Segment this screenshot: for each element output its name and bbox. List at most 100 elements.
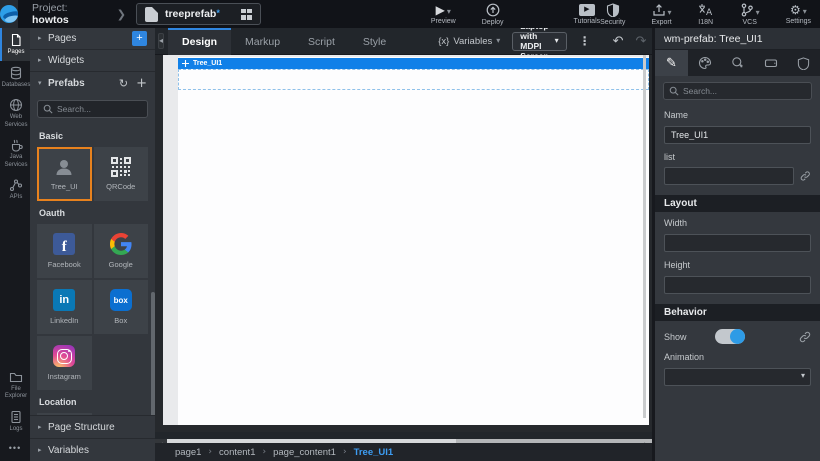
tab-security[interactable]: [787, 50, 820, 76]
refresh-icon[interactable]: ↻: [119, 78, 128, 89]
breadcrumb-content1[interactable]: content1: [219, 447, 255, 458]
folder-icon: [9, 370, 23, 384]
rail-item-web-services[interactable]: Web Services: [0, 93, 30, 133]
add-prefab-button[interactable]: +: [136, 77, 147, 90]
i18n-button[interactable]: A I18N: [698, 3, 714, 26]
search-icon: [43, 104, 53, 114]
list-input[interactable]: [664, 167, 794, 185]
box-icon: box: [110, 289, 132, 311]
chevron-down-icon: ▾: [38, 80, 48, 87]
tab-script[interactable]: Script: [294, 28, 349, 55]
prefab-tile-facebook[interactable]: f Facebook: [37, 224, 92, 278]
show-toggle[interactable]: [715, 329, 745, 344]
undo-button[interactable]: ↶: [613, 35, 624, 48]
accordion-prefabs[interactable]: ▾ Prefabs ↻ +: [30, 72, 155, 94]
accordion-widgets[interactable]: ▸ Widgets: [30, 50, 155, 72]
layout-section-header: Layout: [655, 195, 820, 212]
canvas-vertical-scrollbar[interactable]: [643, 55, 646, 418]
prefab-tile-google[interactable]: Google: [94, 224, 149, 278]
page-selector[interactable]: treeprefab*: [136, 3, 261, 25]
selected-widget-bar[interactable]: Tree_UI1: [178, 58, 649, 69]
breadcrumb-tree-ui1[interactable]: Tree_UI1: [354, 447, 394, 458]
rail-more-button[interactable]: •••: [0, 437, 30, 461]
tab-properties[interactable]: ✎: [655, 50, 688, 76]
tutorials-button[interactable]: ▶ Tutorials: [574, 4, 601, 25]
tab-events[interactable]: [721, 50, 754, 76]
bind-link-icon[interactable]: [800, 170, 811, 182]
add-page-button[interactable]: +: [132, 31, 147, 46]
accordion-page-structure[interactable]: ▸ Page Structure: [30, 415, 155, 438]
log-file-icon: [9, 410, 23, 424]
chevron-right-icon: ▸: [38, 447, 48, 454]
rail-item-pages[interactable]: Pages: [0, 28, 30, 61]
deploy-button[interactable]: Deploy: [482, 3, 504, 26]
accordion-variables[interactable]: ▸ Variables: [30, 438, 155, 461]
prefab-tile-location-partial[interactable]: [37, 413, 92, 415]
breadcrumb-page1[interactable]: page1: [175, 447, 201, 458]
variables-dropdown[interactable]: {x} Variables ▾: [438, 36, 500, 47]
design-canvas[interactable]: Tree_UI1: [155, 55, 652, 432]
shield-icon: [606, 3, 620, 17]
export-icon: [652, 3, 666, 17]
tab-markup[interactable]: Markup: [231, 28, 294, 55]
gear-icon: ⚙: [790, 4, 801, 16]
shield-outline-icon: [797, 57, 810, 70]
left-panel: ▸ Pages + ▸ Widgets ▾ Prefabs ↻ + Basic …: [30, 28, 155, 461]
modified-indicator: *: [216, 8, 220, 18]
redo-button[interactable]: ↷: [636, 35, 647, 48]
chevron-down-icon: ▾: [668, 9, 672, 17]
breadcrumb-separator: ›: [262, 448, 266, 457]
rail-item-logs[interactable]: Logs: [0, 405, 30, 438]
rail-item-apis[interactable]: APIs: [0, 173, 30, 206]
name-input[interactable]: [664, 126, 811, 144]
widget-selection-outline[interactable]: [178, 69, 649, 90]
move-icon: [182, 60, 189, 67]
wavemaker-logo[interactable]: [0, 0, 18, 28]
accordion-pages[interactable]: ▸ Pages +: [30, 28, 155, 50]
more-options-button[interactable]: ⋮: [579, 35, 591, 47]
avatar-silhouette-icon: [54, 157, 74, 177]
prefab-search-input[interactable]: [57, 104, 142, 114]
page-grid-icon[interactable]: [241, 9, 252, 20]
export-button[interactable]: ▾ Export: [651, 3, 671, 26]
chevron-down-icon: ▾: [803, 8, 807, 16]
tab-device[interactable]: [754, 50, 787, 76]
preview-button[interactable]: ▶▾ Preview: [431, 4, 456, 25]
panel-scrollbar[interactable]: [151, 292, 155, 415]
bind-link-icon[interactable]: [799, 331, 811, 343]
database-icon: [9, 66, 23, 80]
rail-item-databases[interactable]: Databases: [0, 61, 30, 94]
globe-icon: [9, 98, 23, 112]
rail-item-file-explorer[interactable]: File Explorer: [0, 365, 30, 405]
prefab-tile-tree-ui[interactable]: Tree_UI: [37, 147, 92, 201]
tab-styles[interactable]: [688, 50, 721, 76]
breadcrumb-separator: ›: [343, 448, 347, 457]
canvas-page-margin: Tree_UI1: [163, 55, 649, 425]
properties-search-input[interactable]: [683, 86, 806, 96]
rail-item-java-services[interactable]: Java Services: [0, 133, 30, 173]
chevron-right-icon: ▸: [38, 57, 48, 64]
canvas-page[interactable]: [178, 57, 649, 425]
prefab-tile-qrcode[interactable]: QRCode: [94, 147, 149, 201]
prefab-tile-instagram[interactable]: Instagram: [37, 336, 92, 390]
prefab-tile-box[interactable]: box Box: [94, 280, 149, 334]
chevron-down-icon: ▾: [756, 9, 760, 17]
height-input[interactable]: [664, 276, 811, 294]
left-rail: Pages Databases Web Services Java Servic…: [0, 28, 30, 461]
vcs-button[interactable]: ▾ VCS: [740, 3, 760, 26]
prefab-tile-linkedin[interactable]: in LinkedIn: [37, 280, 92, 334]
settings-button[interactable]: ⚙▾ Settings: [786, 4, 811, 25]
properties-body: Name list Layout Width Height Behavior S…: [655, 104, 820, 461]
tab-design[interactable]: Design: [168, 28, 231, 55]
breadcrumb-page-content1[interactable]: page_content1: [273, 447, 336, 458]
width-input[interactable]: [664, 234, 811, 252]
security-button[interactable]: Security: [600, 3, 625, 26]
collapse-panel-button[interactable]: ◂: [158, 33, 164, 49]
device-selector[interactable]: Laptop with MDPI Screen ▾: [512, 32, 566, 51]
width-label: Width: [664, 218, 811, 228]
palette-icon: [698, 56, 712, 70]
svg-text:A: A: [706, 8, 713, 17]
tab-style[interactable]: Style: [349, 28, 400, 55]
properties-tabs: ✎: [655, 50, 820, 76]
animation-select[interactable]: [664, 368, 811, 386]
